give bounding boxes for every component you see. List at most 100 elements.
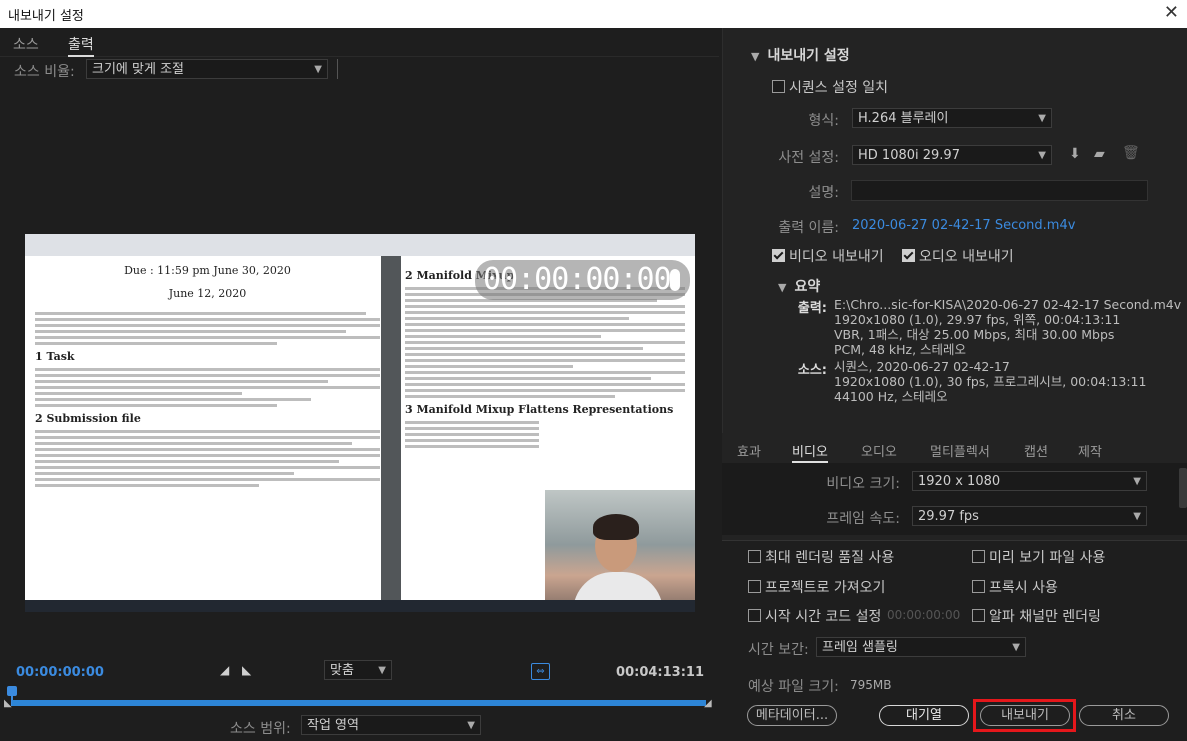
pdf-page-left: Due : 11:59 pm June 30, 2020 June 12, 20… (35, 264, 380, 599)
divider (337, 59, 338, 79)
render-options-panel: 최대 렌더링 품질 사용 미리 보기 파일 사용 프로젝트로 가져오기 프록시 … (722, 540, 1187, 741)
frame-rate-dropdown[interactable]: 29.97 fps ▼ (912, 506, 1147, 526)
tab-output[interactable]: 출력 (68, 34, 94, 57)
pdf-gutter (381, 256, 401, 602)
fit-value: 맞춤 (330, 663, 354, 678)
video-settings-panel: 비디오 크기: 1920 x 1080 ▼ 프레임 속도: 29.97 fps … (722, 463, 1187, 535)
summary-header[interactable]: ▼ 요약 (778, 276, 820, 296)
start-timecode-value: 00:00:00:00 (887, 608, 961, 622)
use-preview-checkbox[interactable]: 미리 보기 파일 사용 (972, 547, 1105, 567)
est-size-label: 예상 파일 크기: (748, 679, 839, 695)
source-range-value: 작업 영역 (307, 718, 359, 733)
settings-tabs: 효과 비디오 오디오 멀티플렉서 캡션 제작 (722, 438, 1187, 463)
frame-rate-label: 프레임 속도: (826, 511, 900, 527)
mark-in-icon[interactable]: ◢ (220, 663, 229, 677)
import-project-checkbox[interactable]: 프로젝트로 가져오기 (748, 577, 885, 597)
preset-label: 사전 설정: (778, 150, 839, 166)
timer-handle (670, 269, 680, 291)
timeline-track[interactable] (12, 700, 706, 706)
source-ratio-label: 소스 비율: (14, 64, 75, 80)
export-audio-checkbox[interactable]: 오디오 내보내기 (902, 246, 1014, 266)
start-timecode-checkbox[interactable]: 시작 시간 코드 설정 (748, 606, 881, 626)
title-bar: 내보내기 설정 ✕ (0, 0, 1187, 28)
doc-text-block (35, 430, 380, 487)
comment-input[interactable] (851, 180, 1148, 201)
range-end-handle[interactable]: ◢ (704, 698, 712, 709)
checkbox-box (972, 609, 985, 622)
queue-button[interactable]: 대기열 (879, 705, 969, 726)
export-video-checkbox[interactable]: 비디오 내보내기 (772, 246, 884, 266)
chevron-down-icon: ▼ (467, 720, 475, 731)
alpha-only-checkbox[interactable]: 알파 채널만 렌더링 (972, 606, 1101, 626)
chevron-down-icon: ▼ (1133, 511, 1141, 522)
fit-dropdown[interactable]: 맞춤 ▼ (324, 660, 392, 680)
match-sequence-checkbox[interactable]: 시퀀스 설정 일치 (772, 77, 888, 97)
tab-source[interactable]: 소스 (13, 34, 39, 54)
window-title: 내보내기 설정 (8, 9, 84, 24)
timeline-bar: 00:00:00:00 ◢ ◣ 맞춤 ▼ ⇔ 00:04:13:11 ◣ ◢ 소… (0, 656, 719, 740)
tab-effects[interactable]: 효과 (737, 441, 761, 460)
format-dropdown[interactable]: H.264 블루레이 ▼ (852, 108, 1052, 128)
format-value: H.264 블루레이 (858, 111, 949, 126)
browser-chrome (25, 234, 695, 256)
source-ratio-value: 크기에 맞게 조절 (92, 62, 184, 77)
checkbox-box (748, 580, 761, 593)
preview-pane: 소스 출력 소스 비율: 크기에 맞게 조절 ▼ Due : 11:59 pm … (0, 28, 719, 740)
timer-overlay: 00:00:00:00 (475, 260, 690, 300)
close-icon[interactable]: ✕ (1164, 2, 1179, 23)
trash-icon[interactable]: 🗑 (1122, 145, 1140, 161)
save-preset-icon[interactable]: ⬇ (1069, 146, 1081, 162)
settings-scrollbar[interactable] (1179, 468, 1187, 508)
metadata-button[interactable]: 메타데이터... (747, 705, 837, 726)
checkbox-box (748, 550, 761, 563)
video-size-dropdown[interactable]: 1920 x 1080 ▼ (912, 471, 1147, 491)
chevron-down-icon: ▼ (378, 665, 386, 676)
time-interp-label: 시간 보간: (748, 642, 809, 658)
doc-text-block (405, 287, 685, 398)
doc-heading-submission: 2 Submission file (35, 412, 141, 425)
use-proxy-checkbox[interactable]: 프록시 사용 (972, 577, 1058, 597)
doc-text-block (405, 421, 540, 448)
preset-dropdown[interactable]: HD 1080i 29.97 ▼ (852, 145, 1052, 165)
tab-multiplexer[interactable]: 멀티플렉서 (930, 441, 990, 460)
chevron-down-icon: ▼ (1038, 113, 1046, 124)
source-ratio-dropdown[interactable]: 크기에 맞게 조절 ▼ (86, 59, 328, 79)
cancel-button[interactable]: 취소 (1079, 705, 1169, 726)
fit-frame-icon[interactable]: ⇔ (531, 663, 550, 680)
export-highlight-box (973, 699, 1076, 732)
tab-publish[interactable]: 제작 (1078, 441, 1102, 460)
current-timecode[interactable]: 00:00:00:00 (16, 665, 104, 680)
source-ratio-row: 소스 비율: 크기에 맞게 조절 ▼ (0, 57, 719, 83)
end-timecode: 00:04:13:11 (616, 665, 704, 680)
video-size-value: 1920 x 1080 (918, 474, 1001, 489)
preview-tabs: 소스 출력 (0, 28, 719, 57)
tab-audio[interactable]: 오디오 (861, 441, 897, 460)
range-start-handle[interactable]: ◣ (4, 698, 12, 709)
tab-captions[interactable]: 캡션 (1024, 441, 1048, 460)
format-label: 형식: (808, 113, 839, 129)
mark-out-icon[interactable]: ◣ (242, 663, 251, 677)
export-settings-header[interactable]: ▼ 내보내기 설정 (751, 45, 850, 65)
max-render-checkbox[interactable]: 최대 렌더링 품질 사용 (748, 547, 894, 567)
source-range-dropdown[interactable]: 작업 영역 ▼ (301, 715, 481, 735)
webcam-overlay (545, 490, 695, 612)
tab-video[interactable]: 비디오 (792, 441, 828, 463)
preview-area: Due : 11:59 pm June 30, 2020 June 12, 20… (0, 84, 719, 664)
doc-date: June 12, 2020 (168, 287, 247, 300)
import-preset-icon[interactable]: ▰ (1094, 146, 1105, 162)
summary-output-value: E:\Chro...sic-for-KISA\2020-06-27 02-42-… (834, 297, 1182, 357)
chevron-down-icon: ▼ (1012, 642, 1020, 653)
est-size-value: 795MB (850, 678, 892, 692)
doc-due: Due : 11:59 pm June 30, 2020 (124, 264, 291, 277)
export-settings-panel: ▼ 내보내기 설정 시퀀스 설정 일치 형식: H.264 블루레이 ▼ 사전 설… (722, 28, 1187, 433)
settings-pane: ▼ 내보내기 설정 시퀀스 설정 일치 형식: H.264 블루레이 ▼ 사전 설… (722, 28, 1187, 741)
playhead-handle[interactable] (7, 686, 17, 696)
summary-source-label: 소스: (797, 363, 827, 378)
checkbox-box (972, 550, 985, 563)
doc-heading-task: 1 Task (35, 350, 75, 363)
time-interp-dropdown[interactable]: 프레임 샘플링 ▼ (816, 637, 1026, 657)
doc-text-block (35, 312, 380, 345)
doc-heading-flatten: 3 Manifold Mixup Flattens Representation… (405, 403, 674, 416)
output-name-link[interactable]: 2020-06-27 02-42-17 Second.m4v (852, 218, 1075, 233)
output-name-label: 출력 이름: (778, 220, 839, 236)
